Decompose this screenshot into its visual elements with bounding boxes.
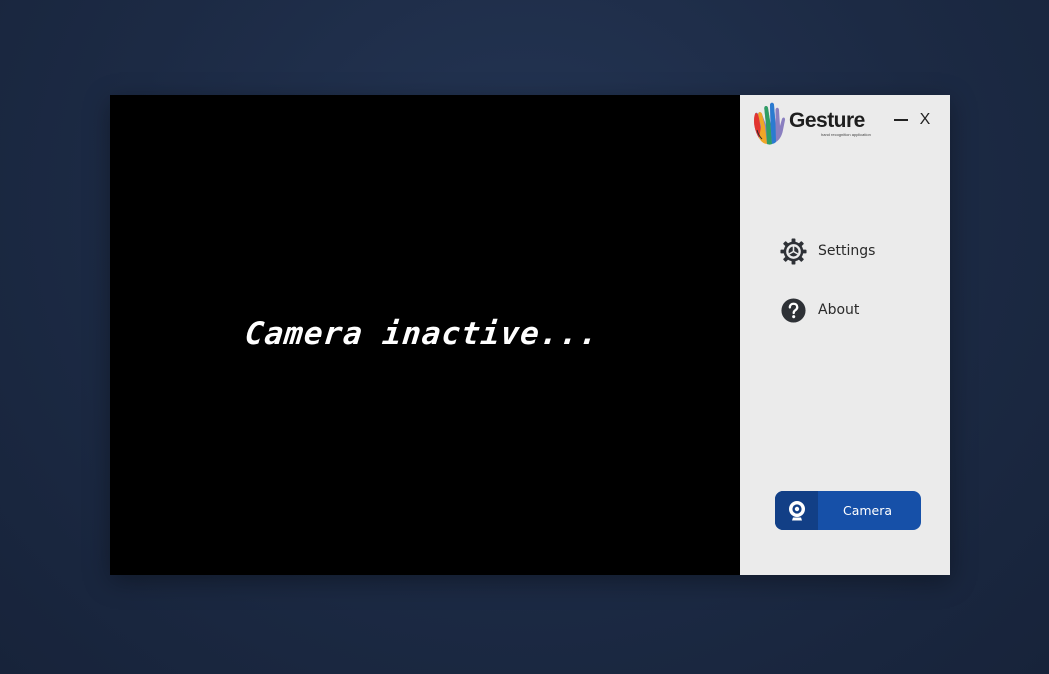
sidebar-item-about[interactable]: About [780, 295, 859, 325]
sidebar-item-label: About [818, 302, 860, 318]
camera-button-icon-area [775, 491, 818, 530]
minimize-icon [894, 119, 908, 121]
webcam-icon [788, 500, 805, 520]
hand-logo-icon [754, 102, 786, 145]
gear-icon [780, 237, 807, 265]
brand-name: Gesture [789, 108, 865, 132]
brand-tagline: hand recognition application [821, 131, 871, 137]
question-icon [781, 297, 806, 323]
camera-status-text: Camera inactive... [243, 316, 601, 352]
sidebar: Gesture hand recognition application X S… [740, 95, 950, 575]
brand: Gesture hand recognition application [747, 100, 871, 146]
sidebar-item-settings[interactable]: Settings [780, 236, 875, 266]
minimize-button[interactable] [892, 109, 910, 131]
camera-view: Camera inactive... [110, 95, 740, 575]
camera-button-label: Camera [842, 503, 893, 518]
sidebar-item-label: Settings [818, 243, 876, 259]
close-button[interactable]: X [916, 109, 934, 131]
camera-button[interactable]: Camera [775, 491, 921, 530]
app-window: Camera inactive... Gesture hand recognit… [110, 95, 950, 575]
